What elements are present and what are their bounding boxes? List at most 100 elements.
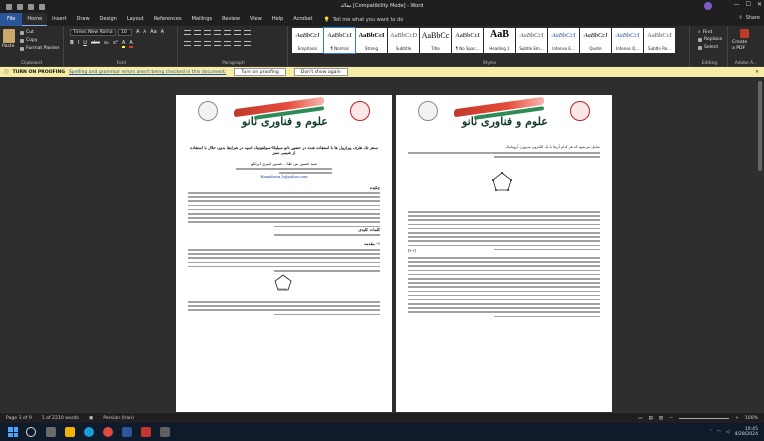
- replace-button[interactable]: Replace: [698, 37, 722, 42]
- minimize-button[interactable]: —: [734, 1, 740, 8]
- edge-icon[interactable]: [84, 427, 94, 437]
- tab-mailings[interactable]: Mailings: [187, 13, 218, 26]
- style-no-spacing[interactable]: AaBbCcI ¶ No Spac...: [452, 28, 483, 53]
- style-quote[interactable]: AaBbCcI Quote: [580, 28, 611, 53]
- italic-button[interactable]: I: [78, 40, 79, 48]
- account[interactable]: [704, 2, 712, 10]
- taskbar-clock[interactable]: 10:45 4/28/2024: [734, 427, 758, 437]
- justify-icon[interactable]: [214, 41, 221, 46]
- tab-layout[interactable]: Layout: [122, 13, 149, 26]
- zoom-out-icon[interactable]: −: [669, 416, 673, 421]
- font-color-button[interactable]: A: [129, 40, 133, 48]
- tab-home[interactable]: Home: [22, 13, 48, 26]
- tell-me-box[interactable]: 💡 Tell me what you want to do: [324, 17, 404, 23]
- multilevel-icon[interactable]: [204, 30, 211, 35]
- pilcrow-icon[interactable]: [244, 30, 251, 35]
- line-spacing-icon[interactable]: [224, 41, 231, 46]
- change-case-button[interactable]: Aa: [150, 29, 156, 35]
- taskbar-search-icon[interactable]: [26, 427, 36, 437]
- document-canvas[interactable]: علوم و فناوری نانو سنتز تک ظرف پیرازول ه…: [0, 77, 764, 412]
- proofing-message[interactable]: Spelling and grammar errors aren't being…: [69, 70, 226, 75]
- proofing-icon[interactable]: ▣: [89, 416, 93, 421]
- page-1[interactable]: علوم و فناوری نانو سنتز تک ظرف پیرازول ه…: [176, 95, 392, 412]
- style-normal[interactable]: AaBbCcI ¶ Normal: [323, 27, 356, 54]
- increase-indent-icon[interactable]: [224, 30, 231, 35]
- align-center-icon[interactable]: [194, 41, 201, 46]
- tab-draw[interactable]: Draw: [71, 13, 94, 26]
- page-count[interactable]: Page 1 of 9: [6, 416, 32, 421]
- create-pdf-line2[interactable]: a PDF: [732, 46, 745, 51]
- style-intense-quote[interactable]: AaBbCcI Intense Q...: [612, 28, 643, 53]
- grow-font-button[interactable]: A: [136, 29, 139, 35]
- dont-show-again-button[interactable]: Don't show again: [293, 68, 348, 76]
- avatar[interactable]: [704, 2, 712, 10]
- web-layout-icon[interactable]: ▥: [659, 416, 663, 421]
- decrease-indent-icon[interactable]: [214, 30, 221, 35]
- numbering-icon[interactable]: [194, 30, 201, 35]
- close-icon[interactable]: ✕: [755, 70, 759, 75]
- paste-icon[interactable]: [3, 29, 15, 43]
- page-2[interactable]: علوم و فناوری نانو شامل می‌شود که هر کدا…: [396, 95, 612, 412]
- style-subtle-emphasis[interactable]: AaBbCcI Subtle Em...: [516, 28, 547, 53]
- style-emphasis[interactable]: AaBbCcI Emphasis: [292, 28, 323, 53]
- tab-acrobat[interactable]: Acrobat: [288, 13, 317, 26]
- maximize-button[interactable]: ☐: [746, 1, 751, 8]
- style-strong[interactable]: AaBbCcI Strong: [356, 28, 387, 53]
- word-icon[interactable]: [122, 427, 132, 437]
- pdf-icon[interactable]: [740, 29, 749, 38]
- zoom-in-icon[interactable]: +: [735, 416, 739, 421]
- superscript-button[interactable]: x²: [113, 40, 118, 48]
- bold-button[interactable]: B: [70, 40, 74, 48]
- sort-icon[interactable]: [234, 30, 241, 35]
- tab-design[interactable]: Design: [95, 13, 122, 26]
- highlight-button[interactable]: A: [121, 40, 126, 48]
- align-right-icon[interactable]: [204, 41, 211, 46]
- close-button[interactable]: ✕: [757, 1, 762, 8]
- cut-button[interactable]: Cut: [20, 30, 34, 35]
- language-status[interactable]: Persian (Iran): [103, 416, 134, 421]
- style-subtitle[interactable]: AaBbCcD Subtitle: [388, 28, 419, 53]
- print-layout-icon[interactable]: ▤: [648, 416, 652, 421]
- tab-help[interactable]: Help: [267, 13, 288, 26]
- volume-icon[interactable]: ◁: [726, 430, 730, 435]
- tab-insert[interactable]: Insert: [47, 13, 71, 26]
- underline-button[interactable]: U: [83, 40, 87, 48]
- style-title[interactable]: AaBbCc Title: [420, 28, 451, 53]
- create-pdf-line1[interactable]: Create: [732, 40, 747, 45]
- bullets-icon[interactable]: [184, 30, 191, 35]
- shading-icon[interactable]: [234, 41, 241, 46]
- font-name-select[interactable]: Times New Roma: [70, 29, 116, 36]
- copy-button[interactable]: Copy: [20, 38, 38, 43]
- tab-file[interactable]: File: [0, 13, 23, 26]
- tab-view[interactable]: View: [245, 13, 267, 26]
- font-size-select[interactable]: 10: [118, 29, 132, 36]
- file-explorer-icon[interactable]: [65, 427, 75, 437]
- scroll-thumb[interactable]: [758, 81, 762, 171]
- task-view-icon[interactable]: [46, 427, 56, 437]
- select-button[interactable]: Select: [698, 45, 718, 50]
- format-painter-button[interactable]: Format Painter: [20, 46, 60, 51]
- windows-start-icon[interactable]: [8, 427, 18, 437]
- style-heading-1[interactable]: AaB Heading 1: [484, 28, 515, 53]
- share-button[interactable]: ⇪ Share: [738, 15, 760, 21]
- chrome-icon[interactable]: [103, 427, 113, 437]
- subscript-button[interactable]: x₂: [104, 40, 109, 48]
- shrink-font-button[interactable]: A: [143, 29, 146, 35]
- find-button[interactable]: ⌕ Find: [698, 29, 712, 36]
- borders-icon[interactable]: [244, 41, 251, 46]
- word-count[interactable]: 1 of 2210 words: [42, 416, 79, 421]
- tab-references[interactable]: References: [149, 13, 187, 26]
- zoom-level[interactable]: 100%: [745, 416, 758, 421]
- tab-review[interactable]: Review: [217, 13, 245, 26]
- read-mode-icon[interactable]: ▭: [638, 416, 642, 421]
- style-subtle-reference[interactable]: AaBbCcI Subtle Re...: [644, 28, 675, 53]
- turn-on-proofing-button[interactable]: Turn on proofing: [234, 68, 286, 76]
- acrobat-icon[interactable]: [141, 427, 151, 437]
- zoom-slider[interactable]: [679, 417, 729, 419]
- clear-format-button[interactable]: A: [161, 29, 164, 35]
- app-icon[interactable]: [160, 427, 170, 437]
- paste-label[interactable]: Paste: [2, 44, 14, 49]
- chevron-up-icon[interactable]: ˄: [710, 430, 712, 435]
- strikethrough-button[interactable]: abc: [91, 40, 100, 48]
- align-left-icon[interactable]: [184, 41, 191, 46]
